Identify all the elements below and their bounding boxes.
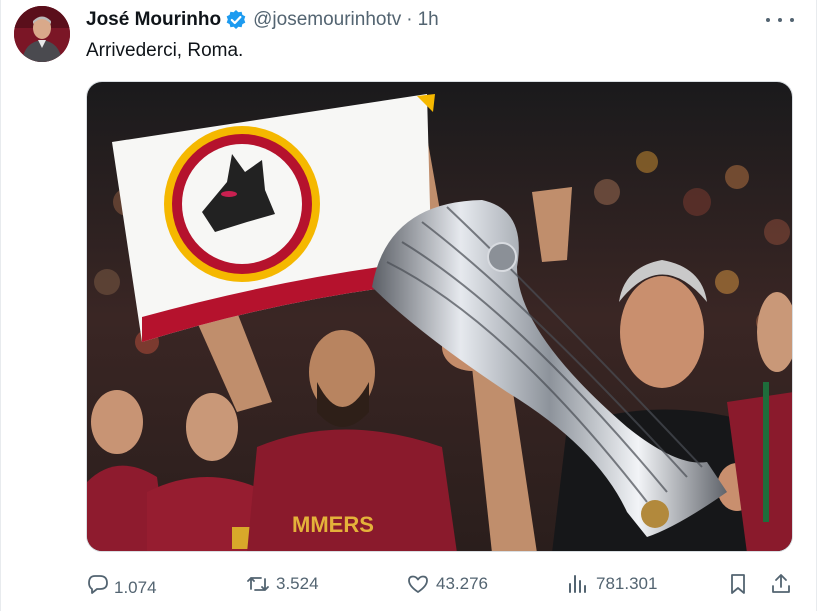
post-header: José Mourinho @josemourinhotv · 1h [86, 8, 439, 32]
repost-button[interactable]: 3.524 [246, 568, 319, 600]
avatar-image [14, 6, 70, 62]
bookmark-icon [726, 572, 750, 596]
more-dot [790, 18, 794, 22]
bookmark-button[interactable] [726, 568, 750, 600]
reply-button[interactable]: 1.074 [86, 568, 157, 600]
svg-text:MMERS: MMERS [292, 512, 374, 537]
repost-count: 3.524 [276, 574, 319, 593]
heart-icon [406, 572, 430, 596]
post-photo[interactable]: MMERS [86, 81, 793, 552]
more-options-icon[interactable] [766, 14, 794, 26]
views-chart-icon [566, 572, 590, 596]
reply-icon [86, 572, 110, 596]
reply-count: 1.074 [114, 578, 157, 597]
more-dot [778, 18, 782, 22]
post-actions-bar: 1.074 3.524 43.276 781.301 [86, 568, 796, 600]
like-button[interactable]: 43.276 [406, 568, 488, 600]
header-separator: · [406, 9, 413, 30]
frame-border-left [0, 0, 1, 611]
views-count: 781.301 [596, 574, 658, 593]
frame-border-right [816, 0, 817, 611]
post-time[interactable]: 1h [418, 9, 439, 31]
share-icon [769, 572, 793, 596]
like-count: 43.276 [436, 574, 488, 593]
author-name[interactable]: José Mourinho [86, 9, 221, 31]
author-avatar[interactable] [14, 6, 70, 62]
photo-trophy-celebration: MMERS [87, 82, 792, 551]
author-handle[interactable]: @josemourinhotv [253, 9, 401, 31]
views-button[interactable]: 781.301 [566, 568, 657, 600]
post-text: Arrivederci, Roma. [86, 40, 244, 61]
more-dot [766, 18, 770, 22]
share-button[interactable] [769, 568, 793, 600]
verified-badge-icon[interactable] [225, 9, 247, 31]
repost-icon [246, 572, 270, 596]
